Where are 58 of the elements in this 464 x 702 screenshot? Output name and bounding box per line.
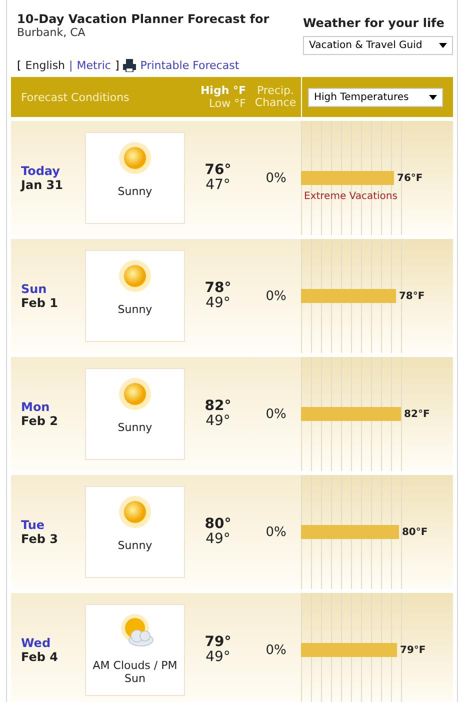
date-text: Feb 4 (21, 650, 59, 664)
sun-icon (118, 141, 152, 175)
printer-icon (123, 59, 136, 72)
temperature-reading: 80°F (402, 526, 428, 538)
date-text: Feb 2 (21, 414, 59, 428)
caret-icon (439, 43, 447, 48)
condition-text: Sunny (116, 185, 154, 198)
precip-chance: 0% (264, 170, 288, 186)
column-header: Low °F (208, 97, 246, 110)
unit-link[interactable]: Metric (76, 59, 111, 72)
condition-text: Sunny (116, 303, 154, 316)
sun-icon (118, 377, 152, 411)
condition-text: Sunny (116, 421, 154, 434)
tagline: Weather for your life (303, 16, 446, 30)
low-temp: 49° (206, 413, 230, 429)
date-text: Feb 1 (21, 296, 59, 310)
precip-chance: 0% (264, 406, 288, 422)
day-link[interactable]: Wed (21, 636, 85, 650)
sun-icon (118, 495, 152, 529)
temperature-reading: 82°F (404, 408, 430, 420)
condition-text: Sunny (116, 539, 154, 552)
low-temp: 49° (206, 649, 230, 665)
high-temp: 82° (204, 399, 232, 414)
bracket-text: [ (17, 59, 22, 72)
high-temp: 79° (204, 635, 232, 650)
day-link[interactable]: Mon (21, 400, 85, 414)
day-link[interactable]: Sun (21, 282, 85, 296)
page-title: 10-Day Vacation Planner Forecast for (17, 12, 270, 26)
extreme-vacations-link[interactable]: Extreme Vacations (304, 191, 398, 202)
day-link[interactable]: Today (21, 164, 85, 178)
low-temp: 49° (206, 531, 230, 547)
column-header: Forecast Conditions (20, 90, 130, 104)
low-temp: 47° (206, 177, 230, 193)
day-link[interactable]: Tue (21, 518, 85, 532)
high-temp: 78° (204, 281, 232, 296)
temperature-reading: 76°F (397, 172, 423, 184)
column-header: Precip. Chance (254, 85, 298, 109)
caret-icon (429, 94, 437, 100)
date-text: Jan 31 (21, 178, 64, 192)
date-text: Feb 3 (21, 532, 59, 546)
precip-chance: 0% (264, 642, 288, 658)
precip-chance: 0% (264, 524, 288, 540)
temperature-reading: 79°F (400, 644, 426, 656)
separator-text: | (69, 59, 73, 72)
precip-chance: 0% (264, 288, 288, 304)
column-header: High °F (199, 84, 246, 97)
bracket-text: ] (114, 59, 120, 72)
sun-icon (118, 259, 152, 293)
condition-text: AM Clouds / PM Sun (92, 659, 178, 685)
guide-dropdown[interactable]: Vacation & Travel Guid (303, 36, 453, 55)
high-temp: 80° (204, 517, 232, 532)
printable-forecast-link[interactable]: Printable Forecast (123, 59, 240, 72)
chart-dropdown[interactable]: High Temperatures (308, 88, 443, 106)
high-temp: 76° (204, 163, 232, 178)
low-temp: 49° (206, 295, 230, 311)
location-text: Burbank, CA (17, 26, 86, 39)
unit-link[interactable]: English (25, 59, 66, 72)
temperature-reading: 78°F (398, 290, 425, 302)
